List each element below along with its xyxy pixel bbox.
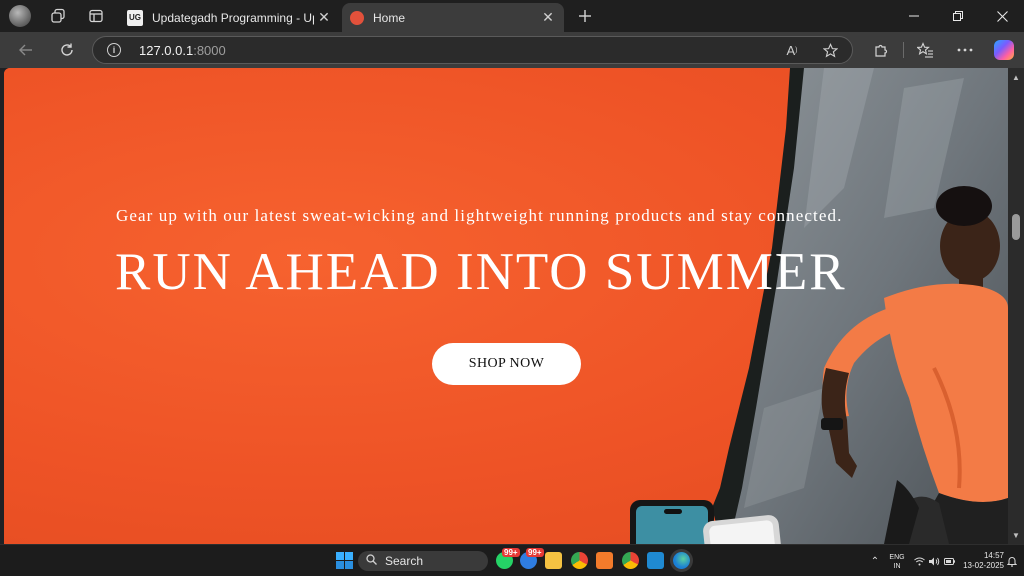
file-explorer-icon[interactable]: [545, 552, 562, 569]
page-scrollbar[interactable]: ▲ ▼: [1008, 68, 1024, 544]
system-clock[interactable]: 14:57 13-02-2025: [958, 551, 1004, 571]
edge-icon[interactable]: [673, 552, 690, 569]
tab-title: Updategadh Programming - Upda: [152, 10, 314, 25]
wifi-icon[interactable]: [913, 555, 925, 567]
address-bar[interactable]: i 127.0.0.1:8000 A): [92, 36, 853, 64]
scroll-up-icon[interactable]: ▲: [1011, 72, 1021, 82]
shop-now-button[interactable]: SHOP NOW: [432, 343, 581, 385]
page-viewport: Gear up with our latest sweat-wicking an…: [4, 68, 1008, 544]
close-window-icon[interactable]: [980, 0, 1024, 32]
notification-bell-icon[interactable]: [1006, 555, 1018, 567]
battery-icon[interactable]: [943, 555, 955, 567]
close-tab-icon[interactable]: ✕: [314, 8, 334, 28]
hero-section: Gear up with our latest sweat-wicking an…: [4, 68, 1008, 544]
chevron-up-icon[interactable]: ⌃: [869, 555, 881, 567]
url-text[interactable]: 127.0.0.1:8000: [139, 43, 226, 58]
taskbar-search[interactable]: Search: [358, 551, 488, 571]
plus-icon[interactable]: [574, 5, 596, 27]
read-aloud-icon[interactable]: A): [783, 41, 801, 59]
notification-badge: 99+: [502, 548, 520, 557]
updategadh-favicon: UG: [127, 9, 143, 26]
search-label: Search: [385, 554, 424, 568]
notification-badge: 99+: [526, 548, 544, 557]
profile-avatar[interactable]: [9, 5, 31, 27]
vscode-icon[interactable]: [647, 552, 664, 569]
home-favicon: [350, 10, 364, 25]
search-icon: [366, 554, 380, 568]
tab-strip: UG Updategadh Programming - Upda ✕ Home …: [0, 0, 1024, 32]
scrollbar-thumb[interactable]: [1012, 214, 1020, 240]
hero-subtitle: Gear up with our latest sweat-wicking an…: [116, 206, 843, 225]
favorites-icon[interactable]: [914, 39, 936, 61]
restore-icon[interactable]: [936, 0, 980, 32]
star-icon[interactable]: [821, 41, 839, 59]
copilot-icon[interactable]: [994, 40, 1014, 60]
workspaces-icon[interactable]: [47, 6, 69, 26]
reload-icon[interactable]: [56, 39, 78, 61]
windows-taskbar: Search 99+ 99+ ⌃ ENG IN 14:57 13-02-2025: [0, 544, 1024, 576]
browser-toolbar: i 127.0.0.1:8000 A): [0, 32, 1024, 68]
clock-time: 14:57: [983, 551, 1004, 560]
hero-headline: RUN AHEAD INTO SUMMER: [115, 243, 847, 301]
more-icon[interactable]: [954, 39, 976, 61]
tab-home[interactable]: Home ✕: [342, 3, 564, 32]
tab-title: Home: [373, 10, 406, 25]
puzzle-icon[interactable]: [870, 39, 892, 61]
scroll-down-icon[interactable]: ▼: [1011, 530, 1021, 540]
close-tab-icon[interactable]: ✕: [538, 8, 558, 28]
language-indicator[interactable]: ENG IN: [887, 553, 907, 571]
whatsapp-icon[interactable]: 99+: [496, 548, 520, 569]
volume-icon[interactable]: [928, 555, 940, 567]
tab-actions-icon[interactable]: [85, 6, 107, 26]
tab-updategadh[interactable]: UG Updategadh Programming - Upda ✕: [118, 3, 340, 32]
chrome-profile-icon[interactable]: [622, 552, 639, 569]
xampp-icon[interactable]: [596, 552, 613, 569]
toolbar-divider: [903, 42, 904, 58]
back-arrow-icon[interactable]: [15, 39, 37, 61]
info-icon[interactable]: i: [107, 43, 121, 57]
clock-date: 13-02-2025: [963, 561, 1004, 570]
chat-app-icon[interactable]: 99+: [520, 548, 544, 569]
chrome-icon[interactable]: [571, 552, 588, 569]
minimize-icon[interactable]: [892, 0, 936, 32]
windows-start-icon[interactable]: [336, 552, 353, 569]
